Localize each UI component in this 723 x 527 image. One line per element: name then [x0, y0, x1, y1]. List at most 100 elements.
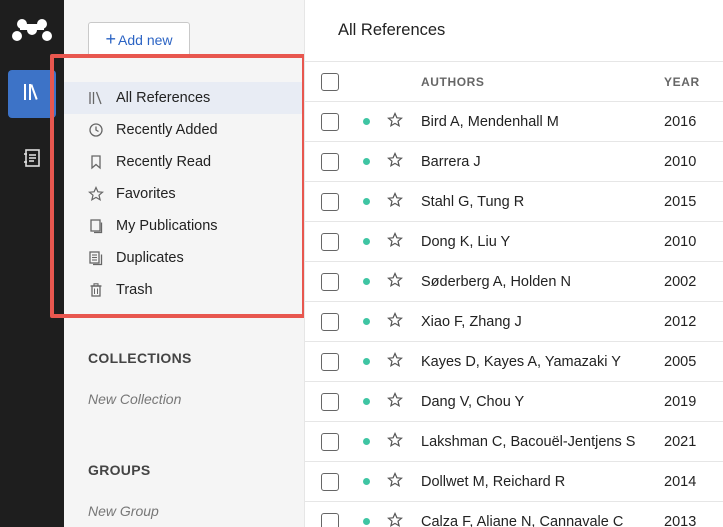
- clock-icon: [88, 122, 104, 138]
- nav-item-label: Duplicates: [116, 250, 184, 266]
- add-new-label: Add new: [118, 32, 173, 48]
- column-year[interactable]: YEAR: [648, 75, 718, 89]
- row-checkbox[interactable]: [321, 352, 339, 371]
- table-row[interactable]: Søderberg A, Holden N 2002: [305, 262, 723, 302]
- row-year: 2015: [664, 193, 697, 210]
- favorite-star-icon[interactable]: [387, 311, 403, 332]
- row-star-cell: [387, 351, 421, 372]
- new-group-link[interactable]: New Group: [88, 503, 159, 519]
- favorite-star-icon[interactable]: [387, 151, 403, 172]
- mendeley-logo-icon[interactable]: [12, 16, 52, 44]
- unread-dot-icon: [363, 398, 370, 405]
- notebook-icon: [21, 147, 43, 174]
- favorite-star-icon[interactable]: [387, 391, 403, 412]
- references-panel: All References AUTHORS YEAR Bird A, Mend…: [304, 0, 723, 527]
- column-authors[interactable]: AUTHORS: [421, 75, 648, 89]
- favorite-star-icon[interactable]: [387, 351, 403, 372]
- library-nav-button[interactable]: [8, 70, 56, 118]
- row-checkbox[interactable]: [321, 272, 339, 291]
- table-row[interactable]: Stahl G, Tung R 2015: [305, 182, 723, 222]
- row-checkbox[interactable]: [321, 512, 339, 527]
- select-all-checkbox[interactable]: [321, 72, 339, 91]
- bookmark-icon: [88, 154, 104, 170]
- table-row[interactable]: Lakshman C, Bacouël-Jentjens S 2021: [305, 422, 723, 462]
- library-sidebar: + Add new All References Recently Added …: [64, 0, 304, 527]
- nav-item-label: My Publications: [116, 218, 218, 234]
- row-checkbox[interactable]: [321, 472, 339, 491]
- row-checkbox[interactable]: [321, 312, 339, 331]
- table-row[interactable]: Barrera J 2010: [305, 142, 723, 182]
- row-authors: Bird A, Mendenhall M: [421, 113, 559, 130]
- row-check-cell: [305, 152, 363, 171]
- row-year: 2002: [664, 273, 697, 290]
- row-dot-cell: [363, 518, 387, 525]
- favorite-star-icon[interactable]: [387, 191, 403, 212]
- nav-item-label: All References: [116, 90, 211, 106]
- duplicates-icon: [88, 250, 104, 266]
- row-authors: Dang V, Chou Y: [421, 393, 525, 410]
- row-check-cell: [305, 512, 363, 527]
- nav-item-duplicates[interactable]: Duplicates: [64, 242, 304, 274]
- table-header: AUTHORS YEAR: [305, 62, 723, 102]
- row-year: 2016: [664, 113, 697, 130]
- table-row[interactable]: Dang V, Chou Y 2019: [305, 382, 723, 422]
- add-new-button[interactable]: + Add new: [88, 22, 190, 58]
- row-star-cell: [387, 271, 421, 292]
- row-checkbox[interactable]: [321, 432, 339, 451]
- row-year: 2014: [664, 473, 697, 490]
- favorite-star-icon[interactable]: [387, 431, 403, 452]
- groups-heading: GROUPS: [88, 462, 151, 478]
- row-check-cell: [305, 312, 363, 331]
- row-dot-cell: [363, 318, 387, 325]
- favorite-star-icon[interactable]: [387, 231, 403, 252]
- new-collection-link[interactable]: New Collection: [88, 391, 181, 407]
- row-authors: Dollwet M, Reichard R: [421, 473, 566, 490]
- table-row[interactable]: Kayes D, Kayes A, Yamazaki Y 2005: [305, 342, 723, 382]
- row-checkbox[interactable]: [321, 192, 339, 211]
- unread-dot-icon: [363, 158, 370, 165]
- row-authors: Kayes D, Kayes A, Yamazaki Y: [421, 353, 621, 370]
- nav-item-recently-added[interactable]: Recently Added: [64, 114, 304, 146]
- unread-dot-icon: [363, 318, 370, 325]
- library-icon: [88, 90, 104, 106]
- row-authors: Stahl G, Tung R: [421, 193, 525, 210]
- table-row[interactable]: Xiao F, Zhang J 2012: [305, 302, 723, 342]
- favorite-star-icon[interactable]: [387, 111, 403, 132]
- unread-dot-icon: [363, 438, 370, 445]
- row-checkbox[interactable]: [321, 232, 339, 251]
- unread-dot-icon: [363, 198, 370, 205]
- row-dot-cell: [363, 278, 387, 285]
- row-star-cell: [387, 231, 421, 252]
- table-row[interactable]: Bird A, Mendenhall M 2016: [305, 102, 723, 142]
- unread-dot-icon: [363, 238, 370, 245]
- row-checkbox[interactable]: [321, 152, 339, 171]
- table-row[interactable]: Calza F, Aliane N, Cannavale C 2013: [305, 502, 723, 527]
- row-star-cell: [387, 511, 421, 527]
- row-star-cell: [387, 311, 421, 332]
- row-dot-cell: [363, 118, 387, 125]
- page-title: All References: [305, 0, 723, 62]
- favorite-star-icon[interactable]: [387, 471, 403, 492]
- row-year: 2010: [664, 233, 697, 250]
- row-star-cell: [387, 151, 421, 172]
- favorite-star-icon[interactable]: [387, 511, 403, 527]
- row-star-cell: [387, 431, 421, 452]
- nav-item-favorites[interactable]: Favorites: [64, 178, 304, 210]
- row-authors: Dong K, Liu Y: [421, 233, 511, 250]
- row-checkbox[interactable]: [321, 112, 339, 131]
- table-row[interactable]: Dollwet M, Reichard R 2014: [305, 462, 723, 502]
- favorite-star-icon[interactable]: [387, 271, 403, 292]
- app-rail: [0, 0, 64, 527]
- nav-item-recently-read[interactable]: Recently Read: [64, 146, 304, 178]
- row-authors: Barrera J: [421, 153, 481, 170]
- nav-item-trash[interactable]: Trash: [64, 274, 304, 306]
- notebook-nav-button[interactable]: [8, 136, 56, 184]
- row-checkbox[interactable]: [321, 392, 339, 411]
- nav-item-all-references[interactable]: All References: [64, 82, 304, 114]
- nav-item-my-publications[interactable]: My Publications: [64, 210, 304, 242]
- row-dot-cell: [363, 158, 387, 165]
- row-authors: Calza F, Aliane N, Cannavale C: [421, 513, 624, 527]
- library-nav: All References Recently Added Recently R…: [64, 82, 304, 306]
- publications-icon: [88, 218, 104, 234]
- table-row[interactable]: Dong K, Liu Y 2010: [305, 222, 723, 262]
